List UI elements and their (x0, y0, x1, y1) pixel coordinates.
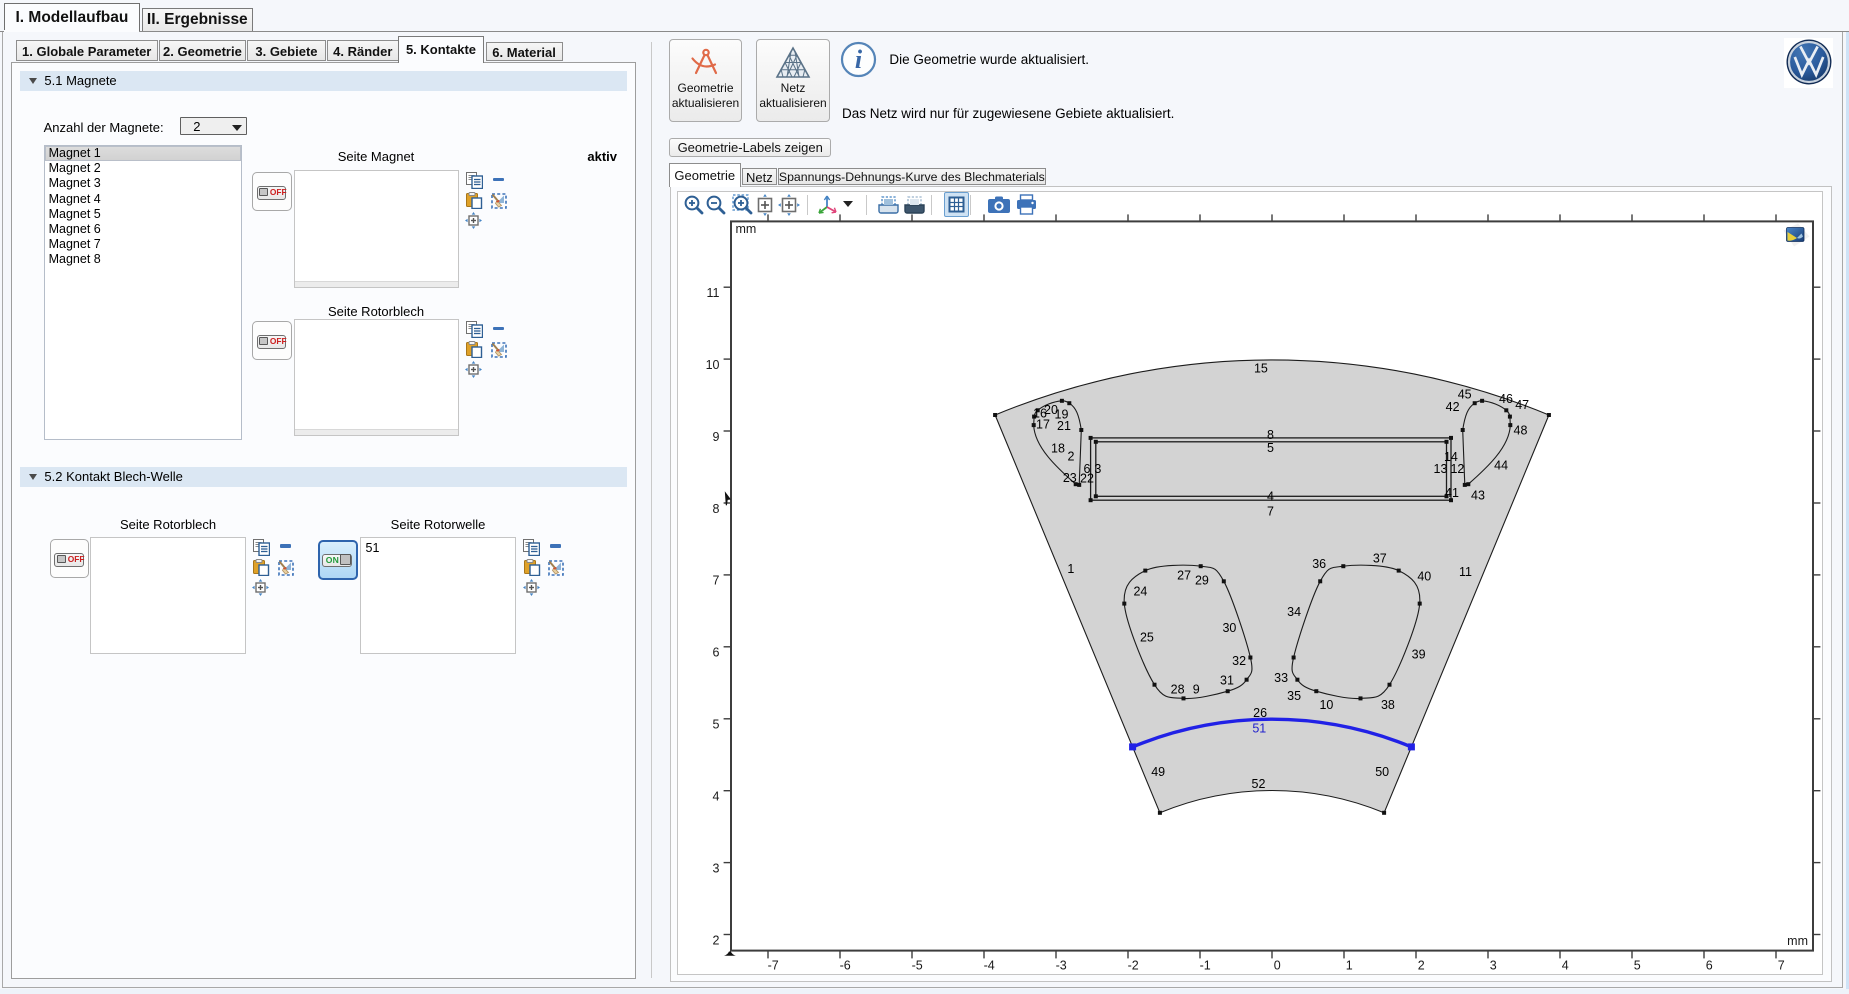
svg-text:9: 9 (713, 430, 720, 444)
svg-text:29: 29 (1195, 573, 1209, 587)
svg-text:2: 2 (1418, 958, 1425, 972)
svg-text:42: 42 (1446, 400, 1460, 414)
svg-text:39: 39 (1412, 648, 1426, 662)
svg-text:mm: mm (736, 222, 757, 236)
svg-text:0: 0 (1274, 958, 1281, 972)
svg-text:9: 9 (1193, 683, 1200, 697)
svg-text:2: 2 (713, 933, 720, 947)
svg-text:3: 3 (1490, 958, 1497, 972)
svg-text:4: 4 (1562, 958, 1569, 972)
svg-text:5: 5 (1634, 958, 1641, 972)
svg-text:36: 36 (1312, 557, 1326, 571)
svg-text:31: 31 (1220, 674, 1234, 688)
svg-text:40: 40 (1417, 569, 1431, 583)
svg-text:35: 35 (1287, 689, 1301, 703)
svg-text:48: 48 (1514, 424, 1528, 438)
svg-text:4: 4 (713, 790, 720, 804)
svg-text:13: 13 (1434, 462, 1448, 476)
svg-text:-6: -6 (840, 958, 851, 972)
svg-text:26: 26 (1253, 706, 1267, 720)
svg-text:41: 41 (1445, 486, 1459, 500)
svg-text:11: 11 (707, 286, 720, 300)
svg-text:1: 1 (1067, 562, 1074, 576)
svg-text:6: 6 (713, 646, 720, 660)
svg-text:10: 10 (1319, 698, 1333, 712)
svg-text:22: 22 (1080, 472, 1094, 486)
svg-text:-1: -1 (1200, 958, 1211, 972)
svg-text:38: 38 (1381, 698, 1395, 712)
svg-text:30: 30 (1222, 621, 1236, 635)
svg-text:43: 43 (1471, 489, 1485, 503)
svg-text:23: 23 (1063, 471, 1077, 485)
svg-text:7: 7 (1267, 505, 1274, 519)
svg-text:50: 50 (1375, 765, 1389, 779)
svg-text:32: 32 (1232, 654, 1246, 668)
svg-text:8: 8 (1267, 428, 1274, 442)
svg-text:2: 2 (1068, 450, 1075, 464)
svg-text:12: 12 (1450, 462, 1464, 476)
svg-text:-2: -2 (1128, 958, 1139, 972)
svg-text:28: 28 (1171, 683, 1185, 697)
svg-text:27: 27 (1177, 569, 1191, 583)
svg-text:10: 10 (706, 358, 720, 372)
svg-text:i: i (855, 45, 863, 74)
svg-text:-3: -3 (1056, 958, 1067, 972)
svg-text:6: 6 (1706, 958, 1713, 972)
svg-text:46: 46 (1499, 392, 1513, 406)
svg-text:1: 1 (1346, 958, 1353, 972)
svg-text:-5: -5 (912, 958, 923, 972)
svg-text:24: 24 (1133, 585, 1147, 599)
svg-text:17: 17 (1036, 418, 1050, 432)
svg-text:33: 33 (1274, 671, 1288, 685)
svg-text:5: 5 (1267, 441, 1274, 455)
svg-text:21: 21 (1057, 419, 1071, 433)
svg-text:7: 7 (713, 574, 720, 588)
svg-text:8: 8 (713, 502, 720, 516)
svg-text:34: 34 (1287, 605, 1301, 619)
svg-text:4: 4 (1267, 490, 1274, 504)
svg-text:3: 3 (713, 861, 720, 875)
svg-text:37: 37 (1373, 552, 1387, 566)
svg-text:51: 51 (1252, 721, 1266, 735)
svg-text:49: 49 (1151, 765, 1165, 779)
svg-text:44: 44 (1494, 459, 1508, 473)
svg-text:-7: -7 (768, 958, 779, 972)
svg-text:47: 47 (1515, 398, 1529, 412)
svg-text:11: 11 (1459, 565, 1472, 579)
svg-text:25: 25 (1140, 631, 1154, 645)
svg-text:7: 7 (1778, 958, 1785, 972)
svg-text:18: 18 (1051, 442, 1065, 456)
svg-text:-4: -4 (984, 958, 995, 972)
svg-text:5: 5 (713, 718, 720, 732)
svg-text:52: 52 (1252, 777, 1266, 791)
svg-text:45: 45 (1458, 387, 1472, 401)
svg-text:15: 15 (1254, 362, 1268, 376)
svg-text:3: 3 (1094, 462, 1101, 476)
svg-text:mm: mm (1787, 934, 1808, 948)
